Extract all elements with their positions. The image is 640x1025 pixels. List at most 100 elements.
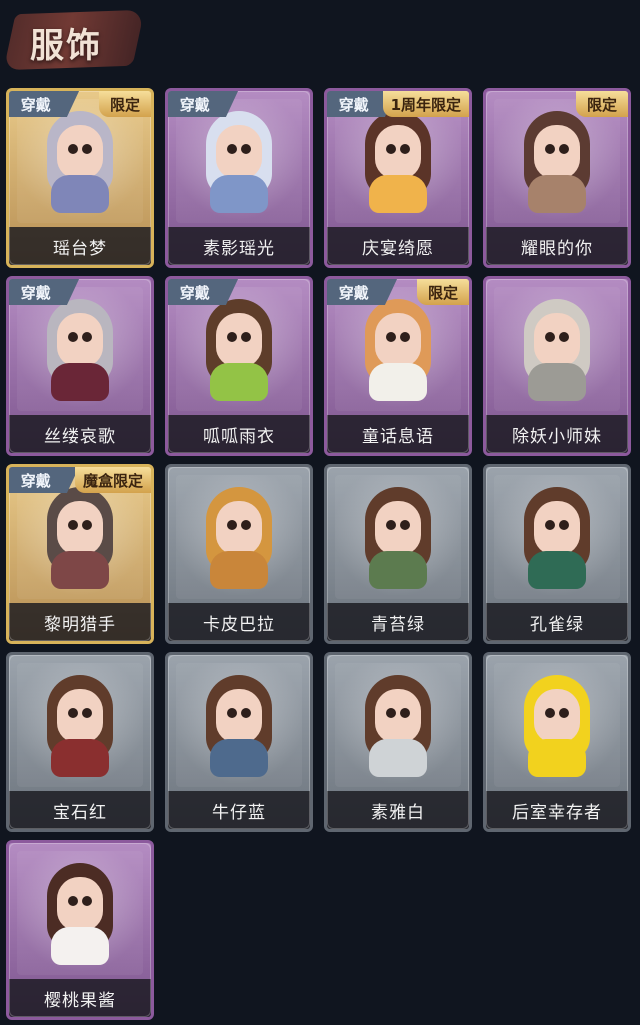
- character-portrait: [39, 857, 121, 967]
- costume-card[interactable]: 丝缕哀歌 穿戴: [6, 276, 154, 456]
- right-eye: [241, 144, 251, 154]
- right-eye: [559, 144, 569, 154]
- limited-badge: 限定: [99, 91, 151, 117]
- outfit-shape: [369, 551, 427, 589]
- worn-badge: 穿戴: [168, 91, 239, 117]
- character-portrait: [39, 481, 121, 591]
- face-shape: [57, 313, 103, 367]
- page-title: 服饰: [30, 26, 102, 66]
- costume-card[interactable]: 素影瑶光 穿戴: [165, 88, 313, 268]
- costume-card[interactable]: 童话息语 穿戴 限定: [324, 276, 472, 456]
- outfit-shape: [51, 363, 109, 401]
- left-eye: [227, 144, 237, 154]
- worn-badge-label: 穿戴: [338, 95, 369, 114]
- costume-card[interactable]: 后室幸存者: [483, 652, 631, 832]
- costume-label-bar: 黎明猎手: [9, 603, 151, 641]
- costume-card[interactable]: 牛仔蓝: [165, 652, 313, 832]
- costume-name: 牛仔蓝: [212, 802, 266, 823]
- left-eye: [386, 144, 396, 154]
- right-eye: [559, 708, 569, 718]
- right-eye: [241, 708, 251, 718]
- outfit-shape: [528, 551, 586, 589]
- costume-card[interactable]: 素雅白: [324, 652, 472, 832]
- costume-name: 樱桃果酱: [44, 990, 116, 1011]
- left-eye: [386, 520, 396, 530]
- character-portrait: [198, 481, 280, 591]
- face-shape: [375, 313, 421, 367]
- face-shape: [216, 501, 262, 555]
- character-portrait: [516, 105, 598, 215]
- left-eye: [68, 520, 78, 530]
- face-shape: [375, 689, 421, 743]
- costume-card[interactable]: 庆宴绮愿 穿戴 1周年限定: [324, 88, 472, 268]
- outfit-shape: [210, 363, 268, 401]
- left-eye: [68, 708, 78, 718]
- right-eye: [82, 144, 92, 154]
- costume-name: 丝缕哀歌: [44, 426, 116, 447]
- face-shape: [57, 877, 103, 931]
- limited-badge: 1周年限定: [382, 91, 469, 117]
- right-eye: [400, 144, 410, 154]
- worn-badge: 穿戴: [327, 279, 398, 305]
- left-eye: [386, 708, 396, 718]
- costume-label-bar: 庆宴绮愿: [327, 227, 469, 265]
- costume-card[interactable]: 呱呱雨衣 穿戴: [165, 276, 313, 456]
- left-eye: [68, 144, 78, 154]
- character-portrait: [39, 669, 121, 779]
- costume-card[interactable]: 黎明猎手 穿戴 魔盒限定: [6, 464, 154, 644]
- worn-badge: 穿戴: [9, 91, 80, 117]
- face-shape: [216, 689, 262, 743]
- costume-label-bar: 樱桃果酱: [9, 979, 151, 1017]
- face-shape: [375, 501, 421, 555]
- outfit-shape: [528, 363, 586, 401]
- costume-card[interactable]: 耀眼的你 限定: [483, 88, 631, 268]
- costume-label-bar: 瑶台梦: [9, 227, 151, 265]
- face-shape: [57, 125, 103, 179]
- character-portrait: [516, 481, 598, 591]
- costume-name: 孔雀绿: [530, 614, 584, 635]
- right-eye: [241, 520, 251, 530]
- costume-label-bar: 童话息语: [327, 415, 469, 453]
- left-eye: [227, 708, 237, 718]
- face-shape: [534, 689, 580, 743]
- right-eye: [400, 708, 410, 718]
- face-shape: [534, 501, 580, 555]
- character-portrait: [516, 293, 598, 403]
- costume-name: 素雅白: [371, 802, 425, 823]
- worn-badge: 穿戴: [9, 467, 80, 493]
- costume-label-bar: 牛仔蓝: [168, 791, 310, 829]
- costume-grid: 瑶台梦 穿戴 限定 素影瑶光 穿戴 庆宴绮愿 穿戴 1周年限定 耀眼的你 限定 丝缕哀歌 穿戴 呱呱雨衣…: [6, 88, 640, 1025]
- costume-card[interactable]: 樱桃果酱: [6, 840, 154, 1020]
- limited-badge: 魔盒限定: [74, 467, 151, 493]
- outfit-shape: [51, 175, 109, 213]
- left-eye: [68, 896, 78, 906]
- right-eye: [241, 332, 251, 342]
- worn-badge: 穿戴: [168, 279, 239, 305]
- costume-card[interactable]: 孔雀绿: [483, 464, 631, 644]
- costume-card[interactable]: 除妖小师妹: [483, 276, 631, 456]
- costume-card[interactable]: 瑶台梦 穿戴 限定: [6, 88, 154, 268]
- character-portrait: [198, 669, 280, 779]
- face-shape: [57, 501, 103, 555]
- outfit-shape: [369, 363, 427, 401]
- right-eye: [82, 896, 92, 906]
- outfit-shape: [369, 739, 427, 777]
- costume-label-bar: 孔雀绿: [486, 603, 628, 641]
- character-portrait: [357, 293, 439, 403]
- costume-name: 青苔绿: [371, 614, 425, 635]
- costume-card[interactable]: 宝石红: [6, 652, 154, 832]
- worn-badge-label: 穿戴: [179, 95, 210, 114]
- face-shape: [534, 313, 580, 367]
- costume-card[interactable]: 青苔绿: [324, 464, 472, 644]
- left-eye: [545, 708, 555, 718]
- header: 服饰: [0, 0, 640, 78]
- costume-card[interactable]: 卡皮巴拉: [165, 464, 313, 644]
- character-portrait: [357, 669, 439, 779]
- costume-name: 卡皮巴拉: [203, 614, 275, 635]
- left-eye: [545, 332, 555, 342]
- outfit-shape: [528, 175, 586, 213]
- outfit-shape: [210, 739, 268, 777]
- worn-badge-label: 穿戴: [20, 283, 51, 302]
- worn-badge-label: 穿戴: [338, 283, 369, 302]
- right-eye: [82, 708, 92, 718]
